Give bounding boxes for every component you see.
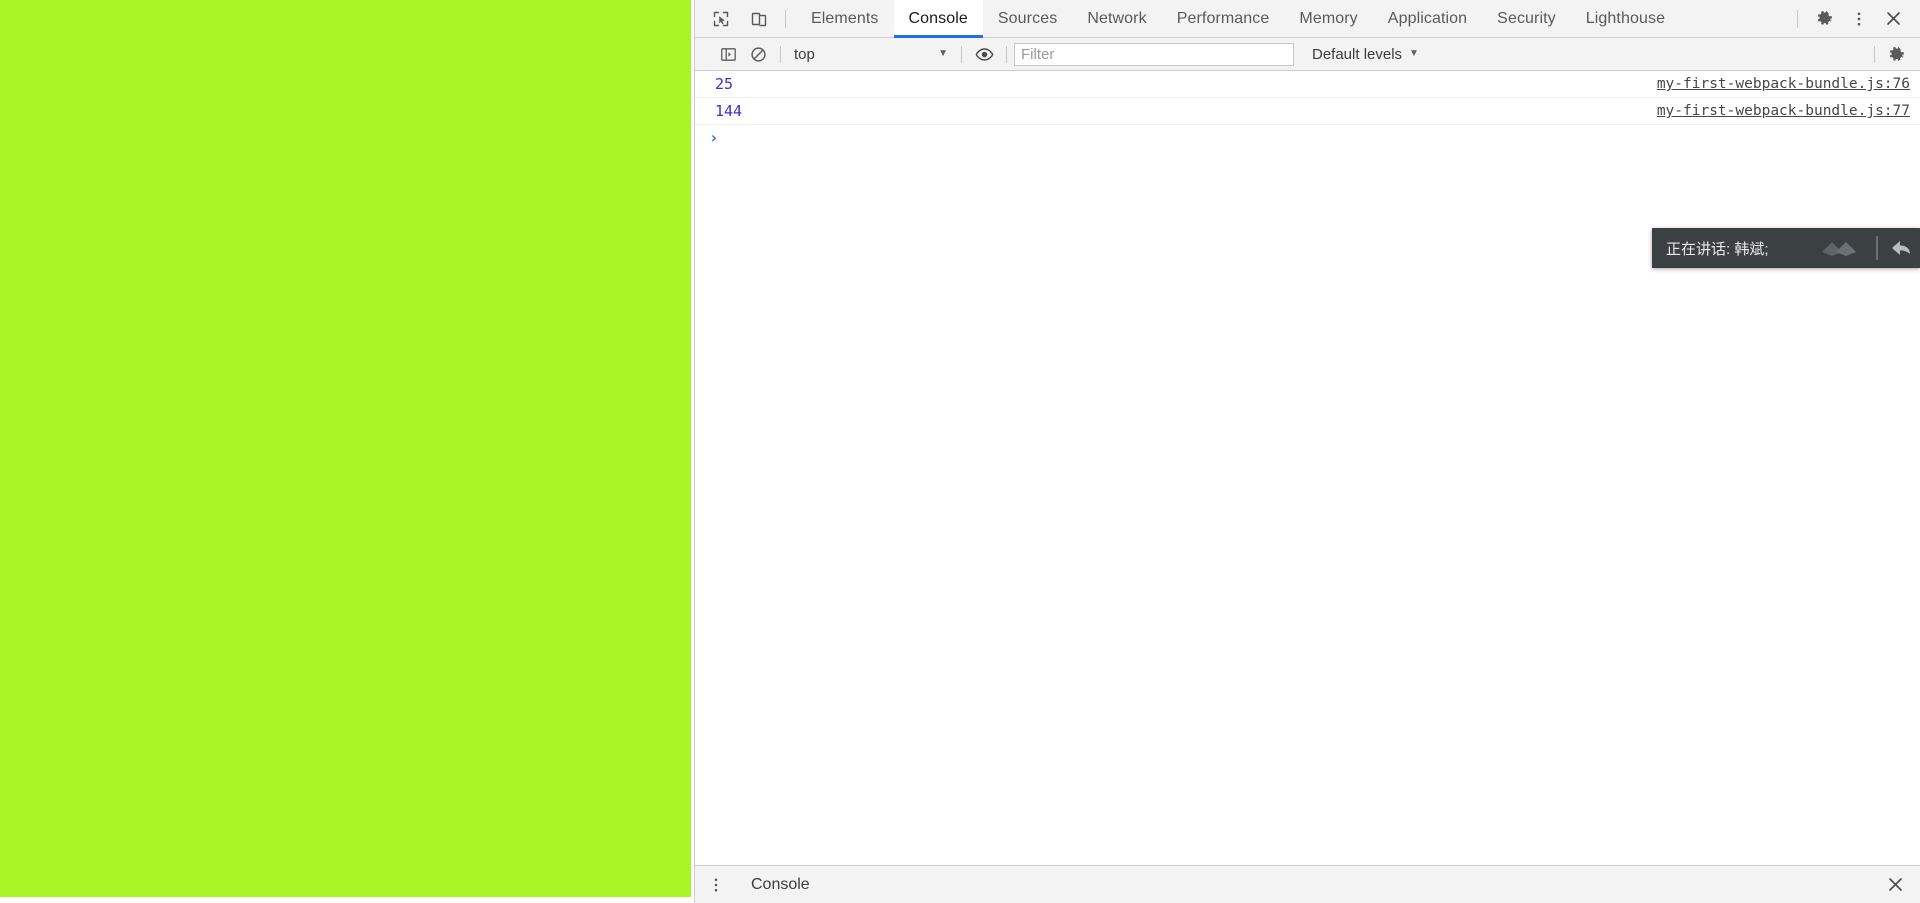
- tab-elements[interactable]: Elements: [796, 0, 894, 38]
- chevron-down-icon: ▼: [1409, 48, 1419, 59]
- tab-label: Memory: [1299, 9, 1358, 27]
- prompt-caret-icon: ›: [709, 128, 719, 147]
- devtools-drawer: Console: [695, 865, 1920, 903]
- close-icon[interactable]: [1876, 4, 1910, 34]
- console-message-list[interactable]: 25 my-first-webpack-bundle.js:76 144 my-…: [695, 71, 1920, 865]
- toolbar-divider: [961, 45, 962, 63]
- inspect-element-icon[interactable]: [705, 5, 737, 33]
- tab-label: Network: [1087, 9, 1147, 27]
- tab-label: Application: [1387, 9, 1468, 27]
- console-prompt-row[interactable]: ›: [695, 125, 1920, 151]
- toolbar-divider: [1874, 45, 1875, 63]
- filter-input[interactable]: [1014, 42, 1294, 66]
- toolbar-divider: [1797, 9, 1798, 28]
- speaker-mute-icon[interactable]: [1808, 234, 1868, 262]
- console-message-value: 25: [715, 75, 734, 93]
- log-levels-label: Default levels: [1312, 45, 1403, 63]
- tab-label: Elements: [811, 9, 879, 27]
- overlay-divider: [1876, 236, 1878, 260]
- tab-label: Security: [1497, 9, 1556, 27]
- tab-console[interactable]: Console: [893, 0, 984, 38]
- tab-label: Console: [908, 9, 968, 27]
- toolbar-divider: [780, 45, 781, 63]
- tab-performance[interactable]: Performance: [1162, 0, 1285, 38]
- console-sidebar-icon[interactable]: [713, 41, 743, 67]
- console-toolbar-actions: [1867, 41, 1920, 67]
- kebab-menu-icon[interactable]: [1842, 4, 1876, 34]
- undo-arrow-icon[interactable]: [1886, 235, 1920, 261]
- tab-network[interactable]: Network: [1072, 0, 1161, 38]
- execution-context-select[interactable]: top ▼: [788, 41, 954, 67]
- kebab-menu-icon[interactable]: [699, 870, 733, 900]
- console-prompt-input[interactable]: [726, 126, 1920, 150]
- gear-icon[interactable]: [1808, 4, 1842, 34]
- clear-console-icon[interactable]: [743, 41, 773, 67]
- console-message-row[interactable]: 144 my-first-webpack-bundle.js:77: [695, 98, 1920, 125]
- live-expression-icon[interactable]: [969, 41, 999, 67]
- log-levels-select[interactable]: Default levels ▼: [1304, 41, 1427, 67]
- console-message-source-link[interactable]: my-first-webpack-bundle.js:77: [1657, 103, 1910, 119]
- console-message-row[interactable]: 25 my-first-webpack-bundle.js:76: [695, 71, 1920, 98]
- tab-label: Performance: [1176, 9, 1270, 27]
- devtools-tabstrip: Elements Console Sources Network Perform…: [695, 0, 1920, 38]
- console-toolbar: top ▼ Default levels ▼: [695, 38, 1920, 71]
- tab-sources[interactable]: Sources: [983, 0, 1072, 38]
- speaking-status-label: 正在讲话: 韩斌;: [1666, 240, 1769, 258]
- console-message-source-link[interactable]: my-first-webpack-bundle.js:76: [1657, 76, 1910, 92]
- drawer-tab-console[interactable]: Console: [741, 876, 820, 894]
- toolbar-divider: [1006, 45, 1007, 63]
- console-settings-gear-icon[interactable]: [1882, 41, 1912, 67]
- tabstrip-actions: [1787, 4, 1920, 34]
- device-toolbar-icon[interactable]: [743, 5, 775, 33]
- page-green-canvas: [0, 0, 691, 897]
- execution-context-value: top: [794, 45, 815, 63]
- devtools-panel: Elements Console Sources Network Perform…: [694, 0, 1920, 903]
- drawer-actions: [1878, 870, 1920, 900]
- speaking-overlay-actions: [1808, 228, 1920, 268]
- tab-lighthouse[interactable]: Lighthouse: [1571, 0, 1680, 38]
- speaking-status-overlay[interactable]: 正在讲话: 韩斌;: [1652, 228, 1920, 268]
- tab-memory[interactable]: Memory: [1284, 0, 1372, 38]
- toolbar-divider: [785, 9, 786, 28]
- close-drawer-icon[interactable]: [1878, 870, 1912, 900]
- tab-security[interactable]: Security: [1482, 0, 1571, 38]
- drawer-tab-label: Console: [751, 875, 810, 893]
- devtools-tabs: Elements Console Sources Network Perform…: [796, 0, 1680, 38]
- tab-label: Sources: [997, 9, 1058, 27]
- chevron-down-icon: ▼: [938, 48, 948, 59]
- console-message-value: 144: [715, 102, 743, 120]
- tab-label: Lighthouse: [1585, 9, 1666, 27]
- page-content-area[interactable]: [0, 0, 694, 903]
- tab-application[interactable]: Application: [1373, 0, 1482, 38]
